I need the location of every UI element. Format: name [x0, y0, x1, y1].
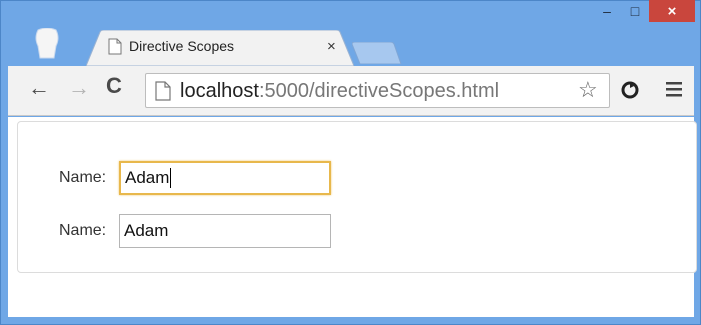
url-text[interactable]: localhost:5000/directiveScopes.html [180, 80, 499, 103]
content-panel [17, 121, 697, 273]
page-info-icon[interactable] [155, 81, 171, 101]
name-input-1[interactable]: Adam [119, 161, 331, 195]
back-button[interactable]: ← [28, 75, 50, 101]
tab-close-icon[interactable]: × [327, 38, 336, 55]
window-controls: – □ × [593, 0, 695, 30]
url-path: :5000/directiveScopes.html [258, 80, 500, 102]
name-row-1: Name: Adam [59, 161, 331, 195]
page-icon [108, 38, 122, 55]
minimize-button[interactable]: – [593, 0, 621, 22]
tab-title: Directive Scopes [129, 38, 235, 54]
name-input-value: Adam [124, 221, 169, 240]
maximize-button[interactable]: □ [621, 0, 649, 22]
extension-icon[interactable] [620, 80, 640, 100]
name-label: Name: [59, 222, 107, 239]
menu-icon[interactable] [665, 80, 683, 98]
url-host: localhost [180, 80, 259, 102]
name-input-2[interactable]: Adam [119, 214, 331, 248]
text-caret [170, 168, 172, 188]
new-tab-button[interactable] [352, 42, 402, 64]
profile-avatar-icon[interactable] [32, 28, 62, 62]
name-label: Name: [59, 169, 107, 186]
name-input-value: Adam [125, 168, 170, 187]
forward-button[interactable]: → [68, 75, 90, 101]
close-window-button[interactable]: × [649, 0, 695, 22]
reload-button[interactable]: C [106, 73, 122, 99]
bookmark-star-icon[interactable]: ☆ [578, 77, 598, 103]
name-row-2: Name: Adam [59, 214, 331, 248]
